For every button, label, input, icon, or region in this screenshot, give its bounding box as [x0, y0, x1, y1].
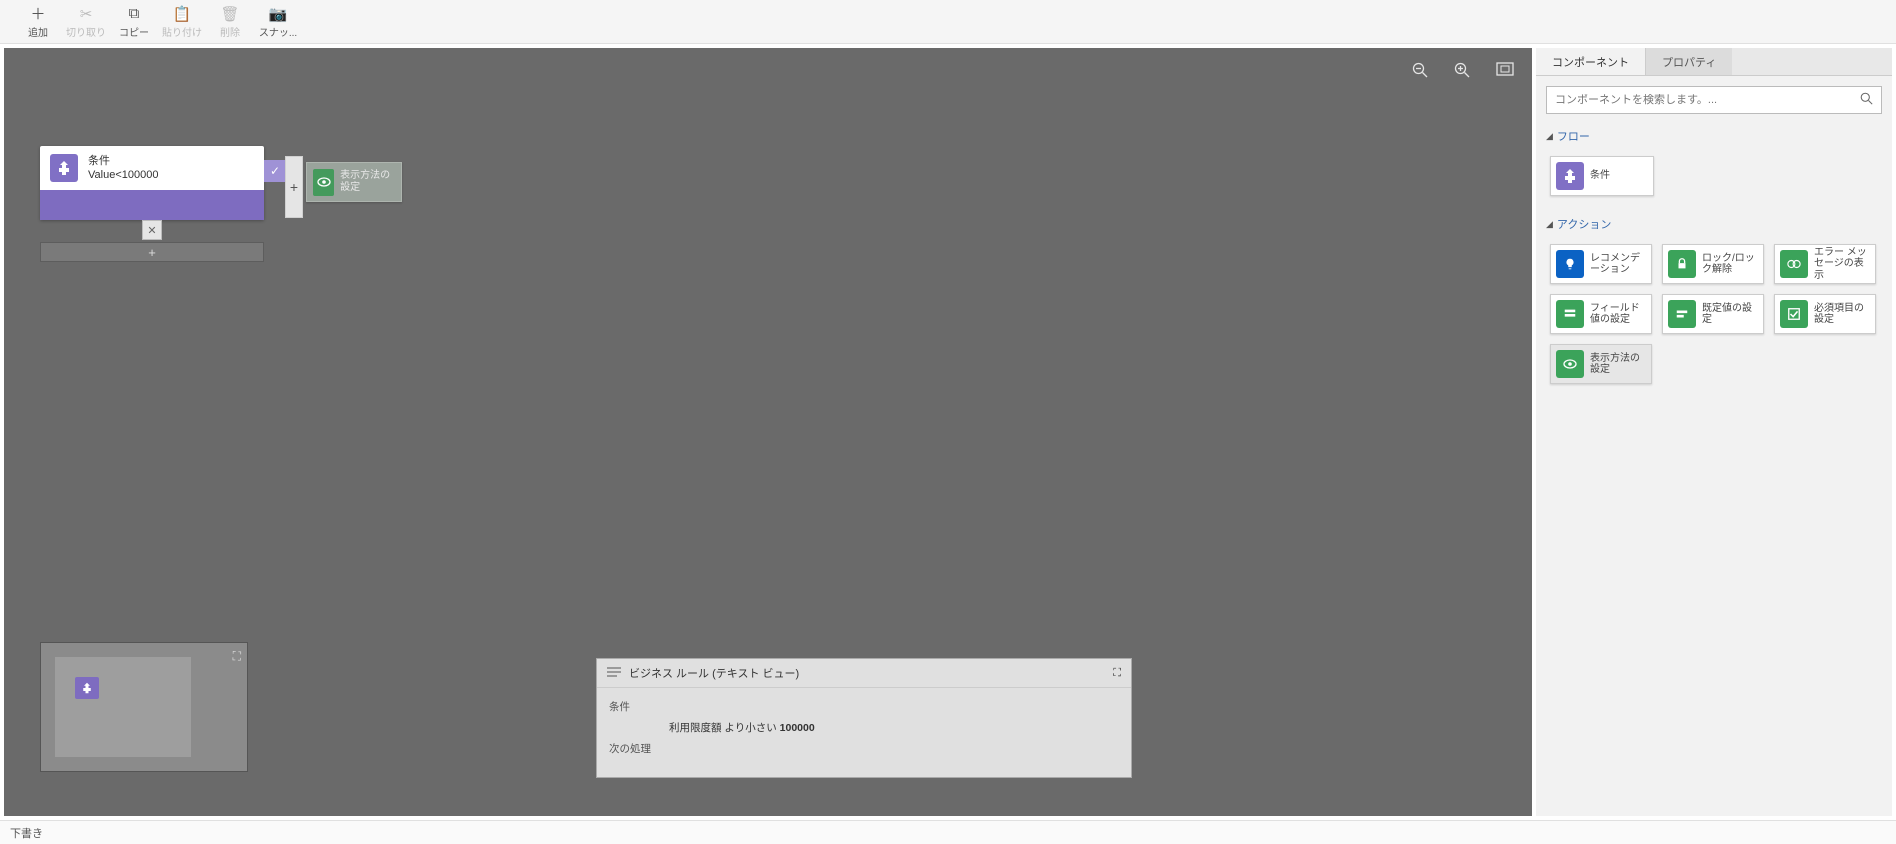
plus-icon: ＋ — [30, 5, 45, 23]
visibility-icon — [313, 169, 334, 196]
paste-icon: 📋 — [173, 5, 192, 23]
footer: 下書き — [0, 820, 1896, 844]
minimap-node-icon — [75, 677, 99, 699]
lock-icon — [1668, 250, 1696, 278]
canvas-controls — [1412, 62, 1514, 83]
comp-default[interactable]: 既定値の設定 — [1662, 294, 1764, 334]
tab-properties[interactable]: プロパティ — [1645, 48, 1732, 75]
trash-icon: 🗑 — [220, 5, 239, 23]
panel-tabs: コンポーネント プロパティ — [1536, 48, 1892, 76]
check-icon — [1780, 300, 1808, 328]
comp-error-label: エラー メッセージの表示 — [1814, 247, 1870, 282]
rule-line: 利用限度額 より小さい 100000 — [609, 719, 1119, 738]
comp-setfield[interactable]: フィールド値の設定 — [1550, 294, 1652, 334]
category-flow-label: フロー — [1557, 128, 1590, 144]
comp-condition-label: 条件 — [1590, 170, 1610, 182]
copy-label: コピー — [119, 24, 149, 39]
comp-recommendation[interactable]: レコメンデーション — [1550, 244, 1652, 284]
snapshot-button[interactable]: 📷 スナッ... — [254, 2, 302, 42]
add-label: 追加 — [28, 24, 48, 39]
condition-node[interactable]: 条件 Value<100000 — [40, 146, 264, 220]
comp-recommendation-label: レコメンデーション — [1590, 253, 1646, 276]
cut-button[interactable]: ✂ 切り取り — [62, 2, 110, 42]
zoom-out-icon[interactable] — [1412, 62, 1428, 83]
minimap-expand-icon[interactable]: ⛶ — [233, 649, 241, 664]
main: 条件 Value<100000 ✓ + 表示方法の設定 ✕ + ⛶ — [0, 44, 1896, 820]
minimap-viewport[interactable] — [55, 657, 191, 757]
search-row — [1536, 76, 1892, 124]
text-view-title: ビジネス ルール (テキスト ビュー) — [629, 665, 799, 681]
copy-button[interactable]: ⧉ コピー — [110, 2, 158, 42]
zoom-in-icon[interactable] — [1454, 62, 1470, 83]
condition-icon — [1556, 162, 1584, 190]
text-view-body: 条件 利用限度額 より小さい 100000 次の処理 — [597, 688, 1131, 777]
scissors-icon: ✂ — [80, 5, 93, 23]
toolbar: ＋ 追加 ✂ 切り取り ⧉ コピー 📋 貼り付け 🗑 削除 📷 スナッ... — [0, 0, 1896, 44]
comp-default-label: 既定値の設定 — [1702, 303, 1758, 326]
status-text: 下書き — [10, 825, 43, 841]
condition-action-bar[interactable] — [40, 190, 264, 220]
comp-lock[interactable]: ロック/ロック解除 — [1662, 244, 1764, 284]
condition-text: 条件 Value<100000 — [88, 154, 158, 183]
canvas[interactable]: 条件 Value<100000 ✓ + 表示方法の設定 ✕ + ⛶ — [4, 48, 1532, 816]
eye-icon — [1556, 350, 1584, 378]
fit-screen-icon[interactable] — [1496, 62, 1514, 83]
copy-icon: ⧉ — [129, 5, 140, 23]
tab-components[interactable]: コンポーネント — [1536, 48, 1645, 75]
add-button[interactable]: ＋ 追加 — [14, 2, 62, 42]
delete-label: 削除 — [220, 24, 240, 39]
comp-visibility-label: 表示方法の設定 — [1590, 353, 1646, 376]
condition-icon — [50, 154, 78, 182]
category-action-label: アクション — [1557, 216, 1611, 232]
then-label: 次の処理 — [609, 740, 1119, 759]
comp-condition[interactable]: 条件 — [1550, 156, 1654, 196]
rule-op: より小さい — [724, 722, 776, 734]
search-box[interactable] — [1546, 86, 1882, 114]
minimap[interactable]: ⛶ — [40, 642, 248, 772]
condition-head: 条件 Value<100000 — [40, 146, 264, 190]
add-connector[interactable]: + — [285, 156, 303, 218]
action-node-visibility[interactable]: 表示方法の設定 — [306, 162, 402, 202]
delete-button[interactable]: 🗑 削除 — [206, 2, 254, 42]
cut-label: 切り取り — [66, 24, 106, 39]
comp-error[interactable]: エラー メッセージの表示 — [1774, 244, 1876, 284]
error-icon — [1780, 250, 1808, 278]
comp-setfield-label: フィールド値の設定 — [1590, 303, 1646, 326]
search-input[interactable] — [1555, 94, 1860, 106]
comp-lock-label: ロック/ロック解除 — [1702, 253, 1758, 276]
text-view-expand-icon[interactable]: ⛶ — [1113, 667, 1121, 680]
form-icon — [1556, 300, 1584, 328]
camera-icon: 📷 — [269, 5, 288, 23]
action-grid: レコメンデーション ロック/ロック解除 エラー メッセージの表示 フィールド値の… — [1536, 236, 1892, 400]
condition-title: 条件 — [88, 154, 158, 168]
false-branch-button[interactable]: ✕ — [142, 220, 162, 240]
text-view-header: ビジネス ルール (テキスト ビュー) ⛶ — [597, 659, 1131, 688]
triangle-down-icon: ◢ — [1546, 219, 1553, 230]
add-row-button[interactable]: + — [40, 242, 264, 262]
search-icon[interactable] — [1860, 92, 1873, 108]
flow-grid: 条件 — [1536, 148, 1892, 212]
lightbulb-icon — [1556, 250, 1584, 278]
text-view-icon — [607, 666, 621, 681]
text-view-panel: ビジネス ルール (テキスト ビュー) ⛶ 条件 利用限度額 より小さい 100… — [596, 658, 1132, 778]
comp-required[interactable]: 必須項目の設定 — [1774, 294, 1876, 334]
snap-label: スナッ... — [259, 24, 297, 39]
if-label: 条件 — [609, 698, 1119, 717]
triangle-down-icon: ◢ — [1546, 131, 1553, 142]
default-icon — [1668, 300, 1696, 328]
true-branch-badge[interactable]: ✓ — [264, 160, 286, 182]
side-panel: コンポーネント プロパティ ◢ フロー 条件 ◢ — [1536, 48, 1892, 816]
comp-visibility[interactable]: 表示方法の設定 — [1550, 344, 1652, 384]
comp-required-label: 必須項目の設定 — [1814, 303, 1870, 326]
category-flow[interactable]: ◢ フロー — [1536, 124, 1892, 148]
rule-field: 利用限度額 — [669, 722, 722, 734]
category-action[interactable]: ◢ アクション — [1536, 212, 1892, 236]
paste-button[interactable]: 📋 貼り付け — [158, 2, 206, 42]
condition-expression: Value<100000 — [88, 168, 158, 182]
action-node-label: 表示方法の設定 — [340, 170, 395, 194]
rule-value: 100000 — [780, 722, 815, 734]
paste-label: 貼り付け — [162, 24, 202, 39]
